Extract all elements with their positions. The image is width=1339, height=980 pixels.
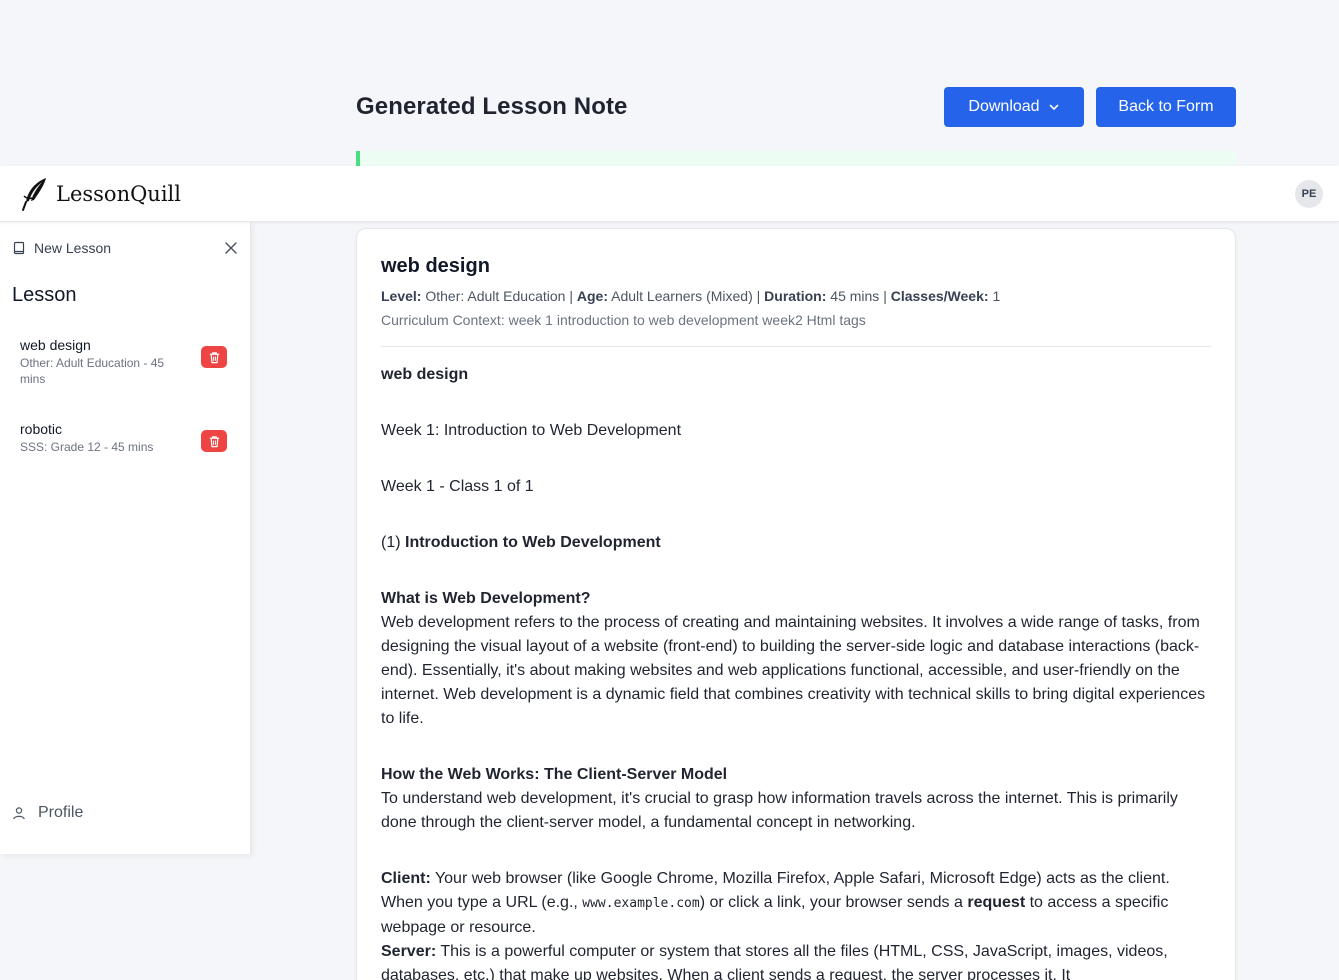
curriculum-context: Curriculum Context: week 1 introduction … — [381, 312, 866, 328]
book-icon — [13, 241, 25, 255]
chevron-down-icon — [1049, 104, 1058, 110]
generation-progress-bar — [356, 151, 1236, 166]
sidebar-heading: Lesson — [12, 284, 77, 306]
meta-separator: | — [565, 288, 577, 304]
age-label: Age: — [576, 288, 608, 304]
class-line: Week 1 - Class 1 of 1 — [381, 478, 534, 495]
trash-icon — [209, 351, 219, 363]
lesson-item-subtitle: SSS: Grade 12 - 45 mins — [20, 440, 154, 454]
lesson-item-title: robotic — [20, 421, 63, 437]
duration-value: 45 mins — [830, 288, 880, 304]
lesson-item-text: web design Other: Adult Education - 45 m… — [20, 336, 190, 387]
divider — [381, 346, 1211, 347]
new-lesson-label: New Lesson — [34, 240, 112, 256]
section-number: (1) — [381, 534, 405, 551]
client-bold: request — [967, 894, 1026, 911]
server-text: This is a powerful computer or system th… — [381, 943, 1168, 980]
client-paragraph: Client: Your web browser (like Google Ch… — [381, 867, 1211, 940]
lesson-note-body: web design Week 1: Introduction to Web D… — [381, 363, 1211, 980]
top-navbar: LessonQuill PE — [0, 166, 1339, 222]
lesson-item-web-design[interactable]: web design Other: Adult Education - 45 m… — [8, 332, 239, 391]
lesson-item-robotic[interactable]: robotic SSS: Grade 12 - 45 mins — [8, 416, 239, 459]
client-label: Client: — [381, 870, 431, 887]
age-value: Adult Learners (Mixed) — [611, 288, 753, 304]
new-lesson-row: New Lesson — [12, 238, 239, 258]
download-button[interactable]: Download — [944, 87, 1084, 127]
back-to-form-button[interactable]: Back to Form — [1096, 87, 1236, 127]
profile-link[interactable]: Profile — [12, 804, 83, 822]
lesson-item-title: web design — [20, 337, 91, 353]
section-title-text: Introduction to Web Development — [405, 534, 661, 551]
note-heading: web design — [381, 366, 469, 383]
what-body: Web development refers to the process of… — [381, 614, 1206, 727]
classes-label: Classes/Week: — [890, 288, 989, 304]
lesson-title: web design — [381, 255, 490, 277]
duration-label: Duration: — [764, 288, 827, 304]
week-line: Week 1: Introduction to Web Development — [381, 422, 682, 439]
how-heading: How the Web Works: The Client-Server Mod… — [381, 766, 728, 783]
lesson-item-text: robotic SSS: Grade 12 - 45 mins — [20, 420, 190, 455]
download-label: Download — [968, 98, 1040, 115]
page-title: Generated Lesson Note — [356, 93, 628, 120]
what-heading: What is Web Development? — [381, 590, 591, 607]
lesson-item-subtitle: Other: Adult Education - 45 mins — [20, 356, 165, 386]
how-body: To understand web development, it's cruc… — [381, 790, 1178, 831]
brand-name: LessonQuill — [56, 181, 181, 206]
meta-separator: | — [752, 288, 765, 304]
meta-separator: | — [879, 288, 891, 304]
delete-lesson-button[interactable] — [201, 430, 227, 452]
level-label: Level: — [381, 288, 422, 304]
user-icon — [13, 807, 25, 820]
level-value: Other: Adult Education — [425, 288, 566, 304]
profile-label: Profile — [38, 804, 84, 821]
user-avatar[interactable]: PE — [1295, 179, 1323, 208]
client-url-code: www.example.com — [582, 896, 700, 911]
section-title: (1) Introduction to Web Development — [381, 531, 1211, 555]
client-text: ) or click a link, your browser sends a — [699, 894, 968, 911]
server-paragraph: Server: This is a powerful computer or s… — [381, 940, 1211, 980]
server-label: Server: — [381, 943, 437, 960]
quill-logo-icon — [22, 177, 46, 211]
sidebar: New Lesson Lesson web design Other: Adul… — [0, 222, 251, 854]
classes-value: 1 — [992, 288, 1001, 304]
lesson-meta: Level: Other: Adult Education | Age: Adu… — [381, 286, 1211, 306]
lesson-note-card: web design Level: Other: Adult Education… — [356, 228, 1236, 980]
progress-fill — [356, 151, 361, 166]
delete-lesson-button[interactable] — [201, 346, 227, 368]
new-lesson-button[interactable]: New Lesson — [12, 240, 111, 256]
trash-icon — [209, 435, 219, 447]
header-actions: Download Back to Form — [944, 87, 1236, 127]
brand[interactable]: LessonQuill — [20, 176, 181, 212]
close-icon[interactable] — [223, 240, 239, 256]
page-header: Generated Lesson Note Download Back to F… — [356, 87, 1236, 127]
